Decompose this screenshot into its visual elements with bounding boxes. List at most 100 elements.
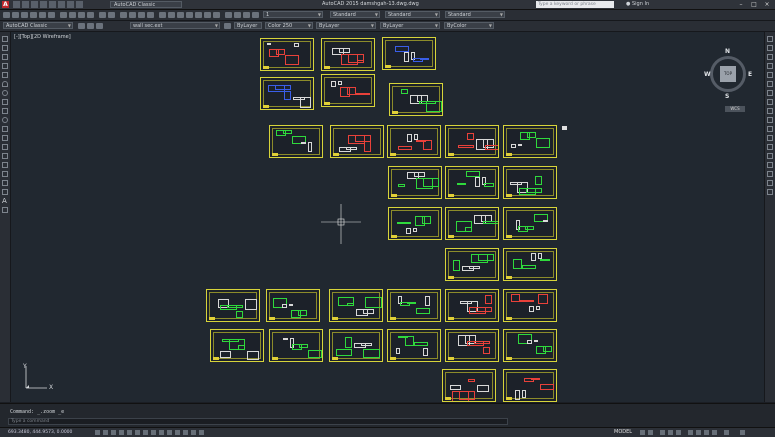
restore-button[interactable]: □ [748,0,760,9]
drawing-sheet[interactable] [269,125,323,158]
annotation-monitor-icon[interactable] [191,430,196,435]
spline-icon[interactable] [2,108,8,114]
gradient-icon[interactable] [2,171,8,177]
model-space-button[interactable]: MODEL [614,429,632,435]
compass-west[interactable]: W [704,71,711,78]
paste-icon[interactable] [78,12,85,18]
drawing-sheet[interactable] [382,37,436,70]
redo-icon[interactable] [108,12,115,18]
drawing-sheet[interactable] [260,38,314,71]
save-as-icon[interactable] [40,1,47,8]
drawing-sheet[interactable] [503,329,557,362]
3d-osnap-icon[interactable] [199,430,204,435]
table-style-select[interactable]: Standard ▼ [445,11,505,18]
osnap-icon[interactable] [127,430,132,435]
drawing-sheet[interactable] [445,166,499,199]
region-icon[interactable] [2,180,8,186]
layer-select[interactable]: wall sec.ext ▼ [130,22,220,29]
drawing-sheet[interactable] [388,166,442,199]
ellipse-arc-icon[interactable] [2,126,8,132]
search-input[interactable]: Type a keyword or phrase [536,1,614,8]
color-select[interactable]: ByLayer [234,22,262,29]
ducs-icon[interactable] [143,430,148,435]
drawing-sheet[interactable] [445,289,499,322]
drawing-sheet[interactable] [321,38,375,71]
drawing-sheet[interactable] [445,248,499,281]
design-center-icon[interactable] [168,12,175,18]
xline-icon[interactable] [2,45,8,51]
move-icon[interactable] [767,81,773,87]
drawing-sheet[interactable] [260,77,314,110]
save-icon[interactable] [21,12,28,18]
scale-icon[interactable] [767,99,773,105]
hatch-icon[interactable] [2,162,8,168]
drawing-sheet[interactable] [445,329,499,362]
linetype-select[interactable]: ByLayer ▼ [316,22,376,29]
mtext-icon[interactable]: A [2,198,8,205]
layer-props-icon[interactable] [234,12,241,18]
insert-block-icon[interactable] [2,135,8,141]
quick-view-layouts-icon[interactable] [640,430,645,435]
drawing-sheet[interactable] [442,369,496,402]
trim-icon[interactable] [767,117,773,123]
point-icon[interactable] [2,153,8,159]
table-icon[interactable] [2,189,8,195]
drawing-sheet[interactable] [503,289,557,322]
otrack-icon[interactable] [135,430,140,435]
drawing-sheet[interactable] [266,289,320,322]
minimize-button[interactable]: – [735,0,747,9]
drawing-sheet[interactable] [389,83,443,116]
viewport-controls[interactable]: [-][Top][2D Wireframe] [14,34,71,40]
rectangle-icon[interactable] [2,72,8,78]
join-icon[interactable] [767,153,773,159]
signin-button[interactable]: ● Sign In [626,1,649,7]
layer-prev-icon[interactable] [243,12,250,18]
layer-states-icon[interactable] [225,12,232,18]
offset-icon[interactable] [767,63,773,69]
ellipse-icon[interactable] [2,117,8,123]
drawing-sheet[interactable] [445,207,499,240]
make-block-icon[interactable] [2,144,8,150]
share-icon[interactable] [76,1,83,8]
selection-cycling-icon[interactable] [183,430,188,435]
polygon-icon[interactable] [2,63,8,69]
markup-icon[interactable] [195,12,202,18]
isolate-objects-icon[interactable] [712,430,717,435]
quick-view-drawings-icon[interactable] [648,430,653,435]
revcloud-icon[interactable] [2,99,8,105]
zoom-previous-icon[interactable] [147,12,154,18]
close-button[interactable]: × [761,0,773,9]
drawing-sheet[interactable] [503,248,557,281]
dyn-icon[interactable] [151,430,156,435]
command-input[interactable]: Type a command [8,418,508,425]
break-icon[interactable] [767,144,773,150]
zoom-window-icon[interactable] [138,12,145,18]
circle-icon[interactable] [2,90,8,96]
plot-icon[interactable] [49,1,56,8]
drawing-sheet[interactable] [388,207,442,240]
quickcalc-icon[interactable] [204,12,211,18]
array-icon[interactable] [767,72,773,78]
text-style-select[interactable]: Standard ▼ [330,11,380,18]
coordinate-readout[interactable]: 693.3480, 444.9573, 0.0000 [8,430,72,435]
help-icon[interactable] [213,12,220,18]
customize-icon[interactable] [740,430,745,435]
copy-icon[interactable] [69,12,76,18]
undo-icon[interactable] [58,1,65,8]
properties-icon[interactable] [159,12,166,18]
stretch-icon[interactable] [767,108,773,114]
lineweight-select[interactable]: ByLayer ▼ [380,22,440,29]
drawing-sheet[interactable] [503,166,557,199]
drawing-sheet[interactable] [387,125,441,158]
dim-style-select[interactable]: Standard ▼ [385,11,440,18]
grid-icon[interactable] [103,430,108,435]
compass-east[interactable]: E [748,71,752,78]
drawing-sheet[interactable] [503,125,557,158]
qnew-icon[interactable] [3,12,10,18]
drawing-sheet[interactable] [503,207,557,240]
annotation-visibility-icon[interactable] [668,430,673,435]
workspace-switch-icon[interactable] [688,430,693,435]
autocad-logo[interactable]: A [2,1,9,8]
undo-icon[interactable] [99,12,106,18]
save-icon[interactable] [31,1,38,8]
